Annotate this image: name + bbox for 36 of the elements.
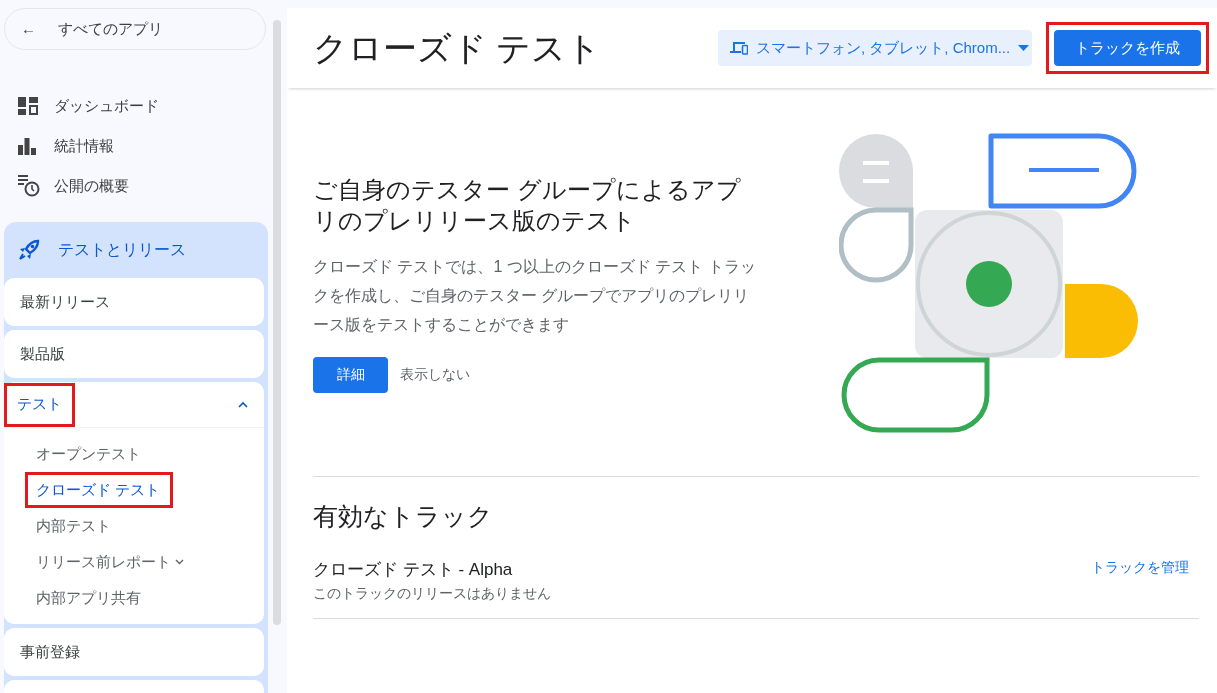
nav-subitem[interactable]: クローズド テスト [36,478,161,502]
nav-item[interactable]: 最新リリース [4,278,264,326]
chevron-up-icon [238,401,248,408]
back-button[interactable]: ← すべてのアプリ [4,8,266,50]
nav-item[interactable]: ダッシュボード [4,86,267,126]
section-heading: 有効なトラック [313,501,494,531]
scrollbar[interactable] [273,20,281,625]
nav-subitem[interactable]: リリース前レポート [36,550,171,574]
manage-track-link[interactable]: トラックを管理 [1091,557,1189,578]
dismiss-button[interactable]: 表示しない [394,363,476,386]
back-arrow-icon: ← [21,17,36,41]
list-clock-icon [18,175,40,197]
nav-subitem[interactable]: 内部テスト [36,514,111,538]
section-title[interactable]: テストとリリース [58,238,186,262]
learn-more-button[interactable]: 詳細 [313,356,388,393]
nav-item[interactable]: 製品版 [4,330,264,378]
nav-item[interactable]: 事前登録 [4,628,264,676]
device-dropdown[interactable]: スマートフォン, タブレット, Chrom... [718,30,1032,66]
chevron-down-icon [175,559,184,565]
devices-icon [730,41,748,55]
rocket-icon [18,239,40,261]
page-title: クローズド テスト [313,27,603,69]
create-track-button[interactable]: トラックを作成 [1054,30,1201,66]
promo-text: クローズド テストでは、1 つ以上のクローズド テスト トラックを作成し、ご自身のテスター グループでアプリのプレリリース版をテストすることができます [313,256,757,335]
track-name: クローズド テスト - Alpha [313,559,514,581]
annotation-frame: テスト [4,382,75,427]
nav-subitem[interactable]: 内部アプリ共有 [36,586,141,610]
nav-item[interactable]: テスト [4,382,264,428]
dashboard-icon [18,97,38,115]
nav-item[interactable]: 統計情報 [4,126,267,166]
nav-subitem[interactable]: オープンテスト [36,442,141,466]
nav-item[interactable]: 公開の概要 [4,166,267,206]
dropdown-caret-icon [1018,45,1030,51]
promo-heading: ご自身のテスター グループによるアプリのプレリリース版のテスト [313,174,742,236]
bar-chart-icon [18,137,36,155]
track-status: このトラックのリリースはありません [313,583,551,603]
